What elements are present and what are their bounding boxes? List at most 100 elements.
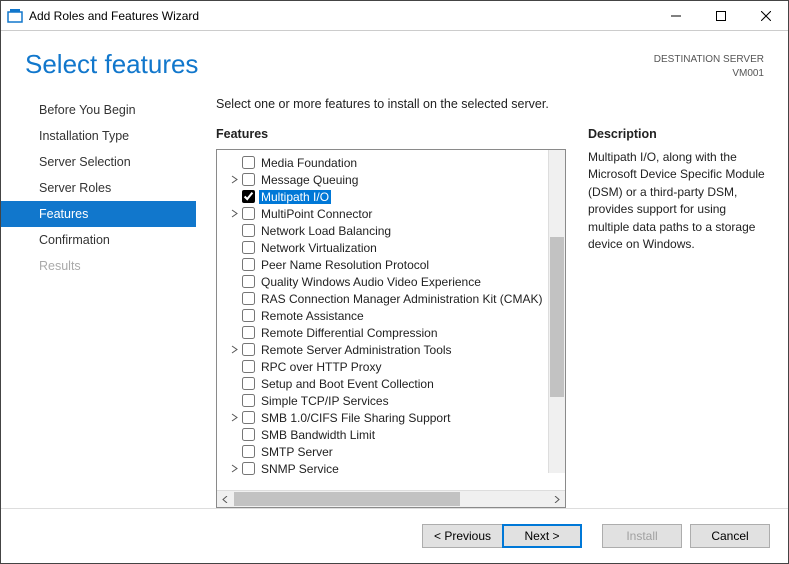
nav-item-features[interactable]: Features <box>1 201 196 227</box>
feature-row[interactable]: Quality Windows Audio Video Experience <box>217 273 565 290</box>
expand-arrow-icon[interactable] <box>229 344 240 355</box>
feature-label[interactable]: Remote Server Administration Tools <box>259 343 454 357</box>
feature-label[interactable]: Setup and Boot Event Collection <box>259 377 436 391</box>
feature-checkbox[interactable] <box>242 462 255 475</box>
feature-checkbox[interactable] <box>242 207 255 220</box>
feature-checkbox[interactable] <box>242 445 255 458</box>
scroll-left-icon[interactable] <box>217 491 234 508</box>
expand-arrow-icon[interactable] <box>229 208 240 219</box>
minimize-button[interactable] <box>653 1 698 30</box>
feature-label[interactable]: SMB 1.0/CIFS File Sharing Support <box>259 411 452 425</box>
nav-item-before-you-begin[interactable]: Before You Begin <box>1 97 196 123</box>
expand-arrow-icon[interactable] <box>229 174 240 185</box>
destination-label: DESTINATION SERVER <box>654 53 764 67</box>
nav-sidebar: Before You BeginInstallation TypeServer … <box>1 89 196 508</box>
titlebar: Add Roles and Features Wizard <box>1 1 788 31</box>
nav-item-confirmation[interactable]: Confirmation <box>1 227 196 253</box>
expand-arrow-icon[interactable] <box>229 463 240 474</box>
horizontal-scrollbar[interactable] <box>217 490 565 507</box>
features-column: Features Media Foundation Message Queuing… <box>216 127 566 508</box>
feature-row[interactable]: Message Queuing <box>217 171 565 188</box>
feature-checkbox[interactable] <box>242 394 255 407</box>
feature-row[interactable]: Remote Assistance <box>217 307 565 324</box>
feature-checkbox[interactable] <box>242 224 255 237</box>
nav-item-installation-type[interactable]: Installation Type <box>1 123 196 149</box>
feature-label[interactable]: Multipath I/O <box>259 190 331 204</box>
features-heading: Features <box>216 127 566 141</box>
previous-button[interactable]: < Previous <box>422 524 502 548</box>
close-button[interactable] <box>743 1 788 30</box>
feature-label[interactable]: Remote Differential Compression <box>259 326 440 340</box>
app-icon <box>7 8 23 24</box>
feature-row[interactable]: Remote Differential Compression <box>217 324 565 341</box>
feature-checkbox[interactable] <box>242 275 255 288</box>
feature-checkbox[interactable] <box>242 377 255 390</box>
description-heading: Description <box>588 127 768 141</box>
feature-row[interactable]: Setup and Boot Event Collection <box>217 375 565 392</box>
vertical-scrollbar[interactable] <box>548 150 565 473</box>
feature-label[interactable]: SNMP Service <box>259 462 341 476</box>
feature-label[interactable]: SMTP Server <box>259 445 335 459</box>
feature-row[interactable]: Simple TCP/IP Services <box>217 392 565 409</box>
footer: < Previous Next > Install Cancel <box>1 508 788 563</box>
feature-row[interactable]: Multipath I/O <box>217 188 565 205</box>
feature-label[interactable]: Message Queuing <box>259 173 360 187</box>
feature-label[interactable]: Peer Name Resolution Protocol <box>259 258 431 272</box>
feature-label[interactable]: Network Load Balancing <box>259 224 393 238</box>
nav-item-results: Results <box>1 253 196 279</box>
feature-checkbox[interactable] <box>242 173 255 186</box>
feature-row[interactable]: RAS Connection Manager Administration Ki… <box>217 290 565 307</box>
feature-label[interactable]: RAS Connection Manager Administration Ki… <box>259 292 544 306</box>
feature-checkbox[interactable] <box>242 360 255 373</box>
feature-label[interactable]: Remote Assistance <box>259 309 366 323</box>
instruction-text: Select one or more features to install o… <box>216 97 768 111</box>
feature-checkbox[interactable] <box>242 411 255 424</box>
feature-row[interactable]: SMB Bandwidth Limit <box>217 426 565 443</box>
feature-checkbox[interactable] <box>242 343 255 356</box>
feature-checkbox[interactable] <box>242 258 255 271</box>
feature-label[interactable]: Media Foundation <box>259 156 359 170</box>
feature-label[interactable]: Network Virtualization <box>259 241 379 255</box>
feature-row[interactable]: Media Foundation <box>217 154 565 171</box>
content: Select one or more features to install o… <box>196 89 788 508</box>
feature-row[interactable]: Peer Name Resolution Protocol <box>217 256 565 273</box>
feature-row[interactable]: Remote Server Administration Tools <box>217 341 565 358</box>
horizontal-scrollbar-thumb[interactable] <box>234 492 460 506</box>
destination-value: VM001 <box>654 67 764 81</box>
features-tree[interactable]: Media Foundation Message Queuing Multipath… <box>216 149 566 508</box>
maximize-button[interactable] <box>698 1 743 30</box>
feature-row[interactable]: RPC over HTTP Proxy <box>217 358 565 375</box>
feature-checkbox[interactable] <box>242 292 255 305</box>
feature-label[interactable]: RPC over HTTP Proxy <box>259 360 383 374</box>
feature-checkbox[interactable] <box>242 326 255 339</box>
feature-label[interactable]: MultiPoint Connector <box>259 207 374 221</box>
nav-item-server-selection[interactable]: Server Selection <box>1 149 196 175</box>
window-title: Add Roles and Features Wizard <box>29 9 653 23</box>
destination-server: DESTINATION SERVER VM001 <box>654 49 764 81</box>
page-title: Select features <box>25 49 654 80</box>
vertical-scrollbar-thumb[interactable] <box>550 237 564 397</box>
feature-row[interactable]: MultiPoint Connector <box>217 205 565 222</box>
feature-label[interactable]: Simple TCP/IP Services <box>259 394 391 408</box>
feature-checkbox[interactable] <box>242 428 255 441</box>
scroll-right-icon[interactable] <box>548 491 565 508</box>
install-button[interactable]: Install <box>602 524 682 548</box>
feature-checkbox[interactable] <box>242 309 255 322</box>
horizontal-scrollbar-track[interactable] <box>234 491 548 507</box>
cancel-button[interactable]: Cancel <box>690 524 770 548</box>
feature-checkbox[interactable] <box>242 241 255 254</box>
nav-item-server-roles[interactable]: Server Roles <box>1 175 196 201</box>
body: Before You BeginInstallation TypeServer … <box>1 89 788 508</box>
feature-label[interactable]: Quality Windows Audio Video Experience <box>259 275 483 289</box>
feature-row[interactable]: SNMP Service <box>217 460 565 477</box>
feature-row[interactable]: SMTP Server <box>217 443 565 460</box>
feature-row[interactable]: Network Load Balancing <box>217 222 565 239</box>
expand-arrow-icon[interactable] <box>229 412 240 423</box>
feature-row[interactable]: Network Virtualization <box>217 239 565 256</box>
feature-checkbox[interactable] <box>242 156 255 169</box>
feature-label[interactable]: SMB Bandwidth Limit <box>259 428 377 442</box>
feature-row[interactable]: SMB 1.0/CIFS File Sharing Support <box>217 409 565 426</box>
next-button[interactable]: Next > <box>502 524 582 548</box>
features-tree-scroll[interactable]: Media Foundation Message Queuing Multipath… <box>217 150 565 490</box>
feature-checkbox[interactable] <box>242 190 255 203</box>
